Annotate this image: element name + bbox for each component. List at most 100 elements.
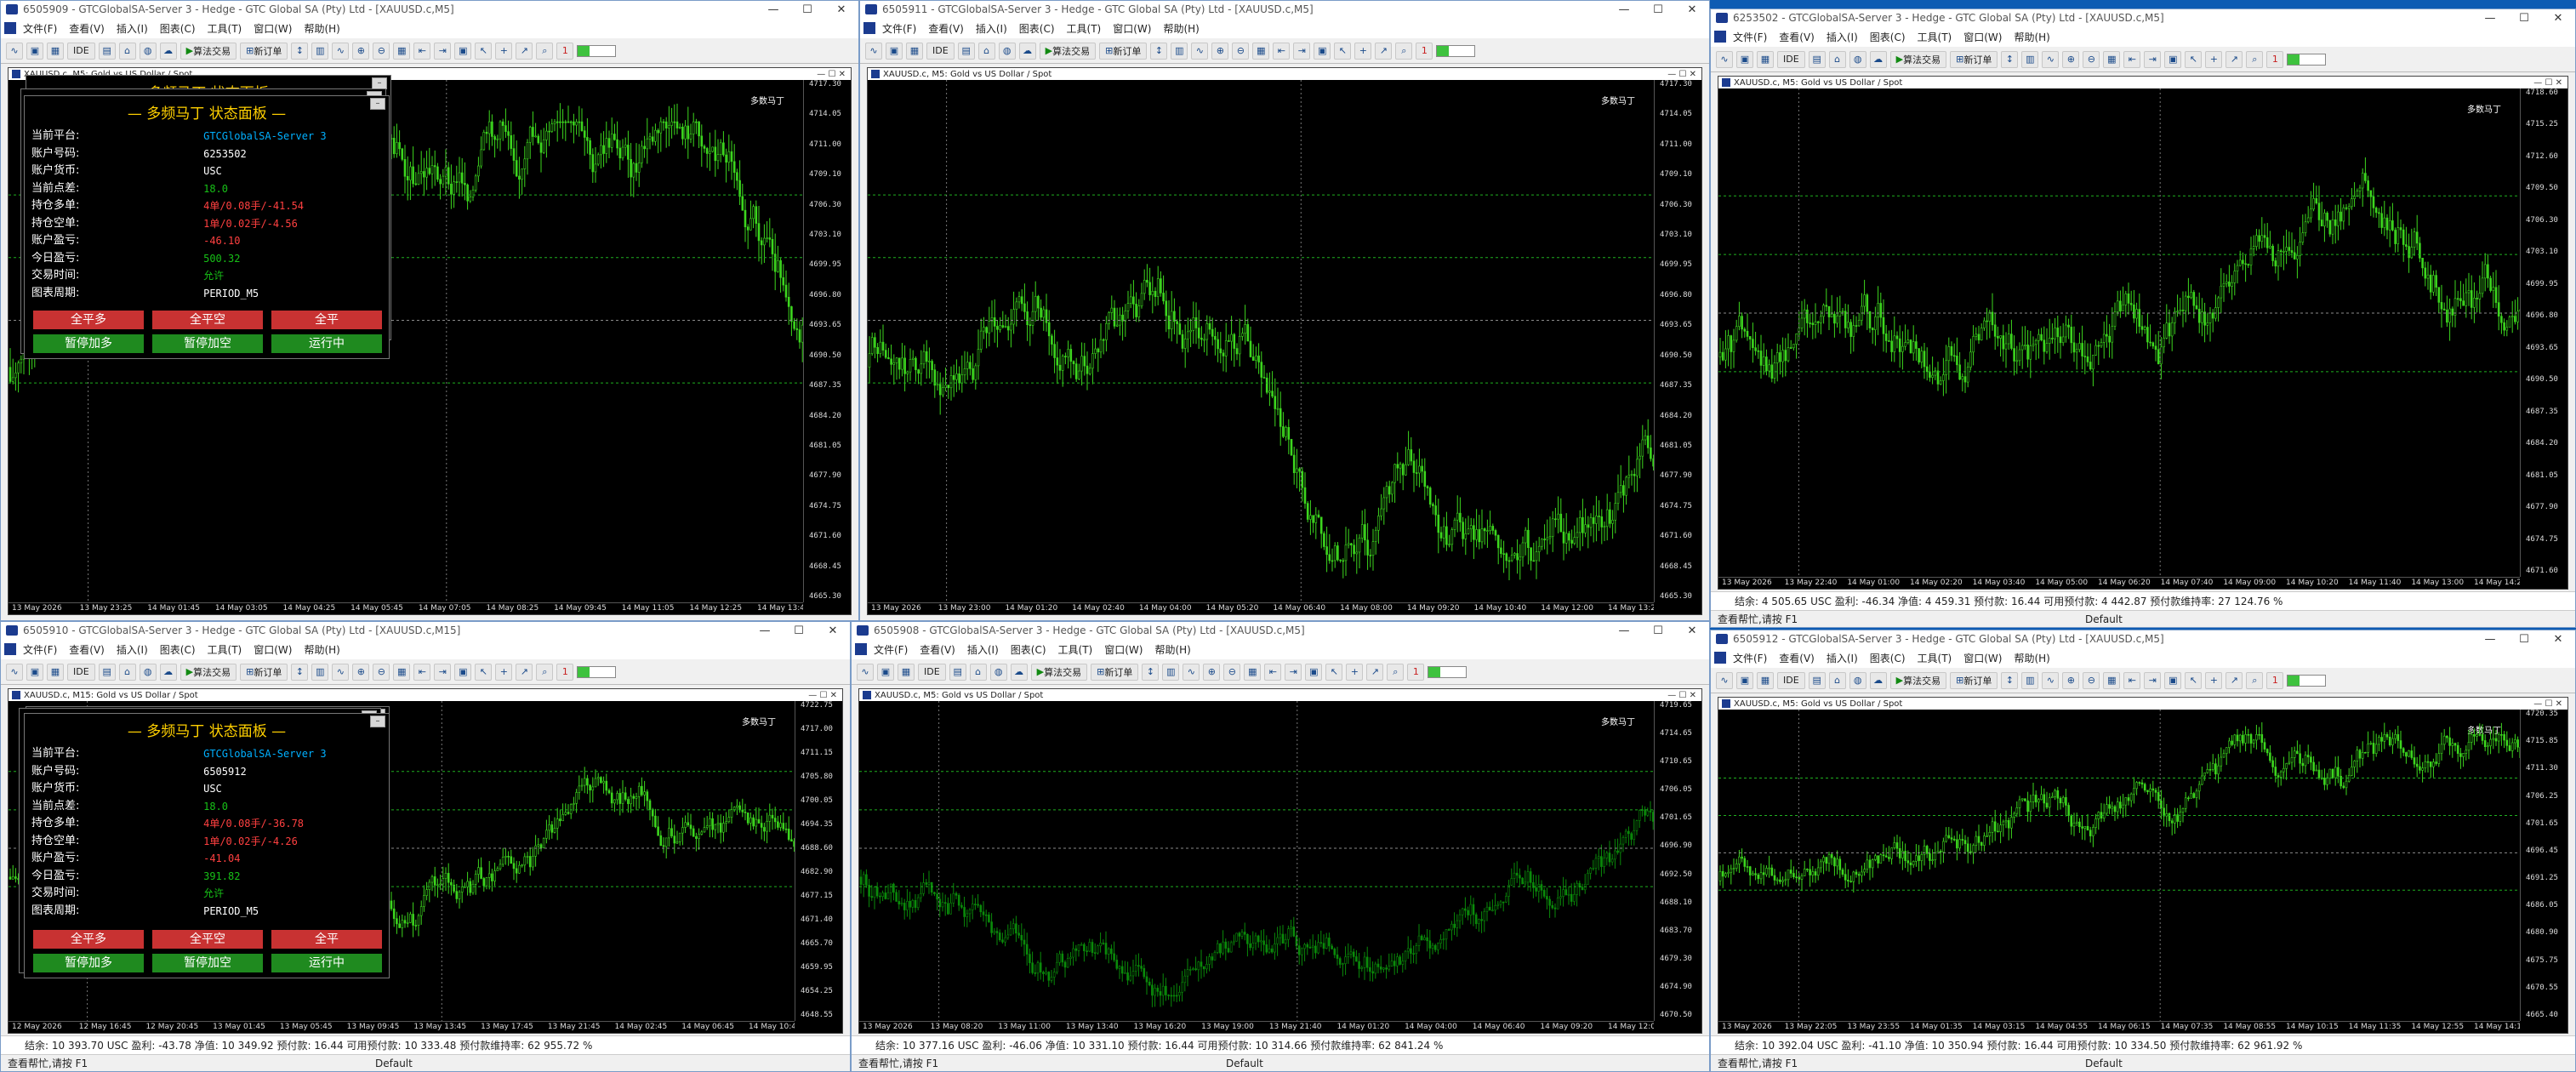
- crosshair-icon[interactable]: +: [495, 42, 513, 60]
- pause-short-button[interactable]: 暂停加空: [152, 954, 263, 972]
- ide-button[interactable]: IDE: [918, 663, 946, 681]
- price-chart[interactable]: [1718, 710, 2568, 1033]
- template-icon[interactable]: ▣: [2164, 671, 2182, 689]
- menu-item[interactable]: 插入(I): [967, 642, 999, 657]
- trendline-icon[interactable]: ↗: [2226, 50, 2243, 68]
- line-tool-icon[interactable]: ∿: [6, 42, 23, 60]
- lock-icon[interactable]: ▤: [1808, 671, 1826, 689]
- algo-trading-button[interactable]: ▶ 算法交易: [1030, 663, 1088, 681]
- zoom-out-icon[interactable]: ⊖: [2083, 50, 2100, 68]
- title-bar[interactable]: 6505911 - GTCGlobalSA-Server 3 - Hedge -…: [860, 1, 1709, 18]
- crosshair-icon[interactable]: +: [1354, 42, 1372, 60]
- new-order-button[interactable]: ⊞ 新订单: [240, 663, 288, 681]
- line-tool-icon[interactable]: ∿: [857, 663, 874, 681]
- menu-item[interactable]: 帮助(H): [1163, 21, 1199, 36]
- menu-item[interactable]: 窗口(W): [1963, 651, 2002, 665]
- line-chart-icon[interactable]: ∿: [332, 663, 350, 681]
- menu-item[interactable]: 窗口(W): [1113, 21, 1151, 36]
- cursor-icon[interactable]: ↖: [475, 42, 493, 60]
- minimize-button[interactable]: —: [748, 624, 782, 637]
- bars-icon[interactable]: ▥: [1171, 42, 1188, 60]
- cloud-icon[interactable]: ☁: [1869, 671, 1887, 689]
- new-order-button[interactable]: ⊞ 新订单: [240, 42, 288, 60]
- menu-item[interactable]: 图表(C): [1019, 21, 1055, 36]
- menu-item[interactable]: 查看(V): [1779, 30, 1815, 44]
- title-bar[interactable]: 6253502 - GTCGlobalSA-Server 3 - Hedge -…: [1711, 9, 2575, 26]
- chart-window-controls[interactable]: — ☐ ✕: [1667, 691, 1696, 700]
- bar-chart-icon[interactable]: ▦: [898, 663, 915, 681]
- menu-item[interactable]: 图表(C): [160, 642, 196, 657]
- search-icon[interactable]: ⌕: [1387, 663, 1405, 681]
- chart-type-icon[interactable]: ▣: [26, 42, 43, 60]
- trendline-icon[interactable]: ↗: [1366, 663, 1384, 681]
- menu-item[interactable]: 帮助(H): [304, 21, 339, 36]
- shift-icon[interactable]: ⇤: [2123, 671, 2141, 689]
- zoom-out-icon[interactable]: ⊖: [1232, 42, 1250, 60]
- template-icon[interactable]: ▣: [2164, 50, 2182, 68]
- menu-item[interactable]: 工具(T): [1918, 651, 1952, 665]
- bars-icon[interactable]: ▥: [311, 663, 329, 681]
- minimize-button[interactable]: —: [756, 3, 790, 16]
- menu-item[interactable]: 帮助(H): [304, 642, 339, 657]
- app-menu-icon[interactable]: [1714, 652, 1726, 664]
- trendline-icon[interactable]: ↗: [2226, 671, 2243, 689]
- alerts-icon[interactable]: 1: [2266, 50, 2284, 68]
- chart-window-controls[interactable]: — ☐ ✕: [817, 70, 846, 79]
- time-axis[interactable]: 13 May 2026 13 May 08:20 13 May 11:00 13 Ma…: [859, 1021, 1654, 1033]
- cloud-icon[interactable]: ☁: [1010, 663, 1028, 681]
- time-axis[interactable]: 13 May 2026 13 May 23:00 14 May 01:20 14 Ma…: [868, 602, 1654, 614]
- zoom-out-icon[interactable]: ⊖: [2083, 671, 2100, 689]
- profile-default[interactable]: Default: [2085, 613, 2123, 625]
- cloud-icon[interactable]: ☁: [159, 42, 177, 60]
- chart-window-controls[interactable]: — ☐ ✕: [1667, 70, 1696, 79]
- price-chart[interactable]: [1718, 88, 2568, 589]
- crosshair-icon[interactable]: +: [2205, 671, 2223, 689]
- autoscroll-icon[interactable]: ⇥: [2144, 50, 2162, 68]
- menu-item[interactable]: 窗口(W): [254, 21, 292, 36]
- price-axis[interactable]: 4720.35 4715.85 4711.30 4706.25 4701.65 4696.…: [2520, 710, 2567, 1021]
- chart-type-icon[interactable]: ▣: [877, 663, 894, 681]
- home-icon[interactable]: ⌂: [118, 42, 136, 60]
- new-order-button[interactable]: ⊞ 新订单: [1091, 663, 1139, 681]
- grid-icon[interactable]: ▦: [2103, 50, 2121, 68]
- pause-short-button[interactable]: 暂停加空: [152, 334, 263, 353]
- menu-item[interactable]: 文件(F): [882, 21, 916, 36]
- maximize-button[interactable]: ☐: [1641, 624, 1675, 637]
- globe-icon[interactable]: ◍: [998, 42, 1016, 60]
- zoom-out-icon[interactable]: ⊖: [373, 663, 390, 681]
- zoom-in-icon[interactable]: ⊕: [2062, 671, 2080, 689]
- panel-minimize-button[interactable]: –: [370, 98, 385, 110]
- autoscroll-icon[interactable]: ⇥: [434, 42, 452, 60]
- minimize-button[interactable]: —: [1607, 3, 1641, 16]
- menu-item[interactable]: 图表(C): [1870, 30, 1906, 44]
- close-button[interactable]: ✕: [816, 624, 850, 637]
- template-icon[interactable]: ▣: [1314, 42, 1331, 60]
- panel-minimize-button[interactable]: –: [370, 716, 385, 727]
- autoscroll-icon[interactable]: ⇥: [1293, 42, 1311, 60]
- title-bar[interactable]: 6505910 - GTCGlobalSA-Server 3 - Hedge -…: [1, 622, 850, 639]
- globe-icon[interactable]: ◍: [989, 663, 1007, 681]
- zoom-out-icon[interactable]: ⊖: [373, 42, 390, 60]
- cursor-icon[interactable]: ↖: [2185, 671, 2203, 689]
- menu-item[interactable]: 工具(T): [208, 21, 242, 36]
- search-icon[interactable]: ⌕: [2246, 671, 2264, 689]
- close-button[interactable]: ✕: [2541, 633, 2575, 646]
- crosshair-icon[interactable]: +: [1346, 663, 1364, 681]
- lock-icon[interactable]: ▤: [98, 42, 116, 60]
- zoom-in-icon[interactable]: ⊕: [1211, 42, 1229, 60]
- menu-item[interactable]: 插入(I): [1827, 30, 1858, 44]
- line-chart-icon[interactable]: ∿: [2042, 671, 2060, 689]
- new-order-button[interactable]: ⊞ 新订单: [1099, 42, 1148, 60]
- crosshair-icon[interactable]: +: [2205, 50, 2223, 68]
- bars-icon[interactable]: ▥: [1162, 663, 1180, 681]
- price-axis[interactable]: 4717.30 4714.05 4711.00 4709.10 4706.30 4703.…: [803, 80, 851, 602]
- bars-icon[interactable]: ▥: [311, 42, 329, 60]
- lock-icon[interactable]: ▤: [949, 663, 966, 681]
- alerts-icon[interactable]: 1: [1407, 663, 1425, 681]
- cloud-icon[interactable]: ☁: [159, 663, 177, 681]
- search-icon[interactable]: ⌕: [1395, 42, 1413, 60]
- zoom-in-icon[interactable]: ⊕: [352, 663, 370, 681]
- menu-item[interactable]: 查看(V): [69, 21, 105, 36]
- menu-item[interactable]: 插入(I): [1827, 651, 1858, 665]
- close-all-button[interactable]: 全平: [271, 311, 382, 329]
